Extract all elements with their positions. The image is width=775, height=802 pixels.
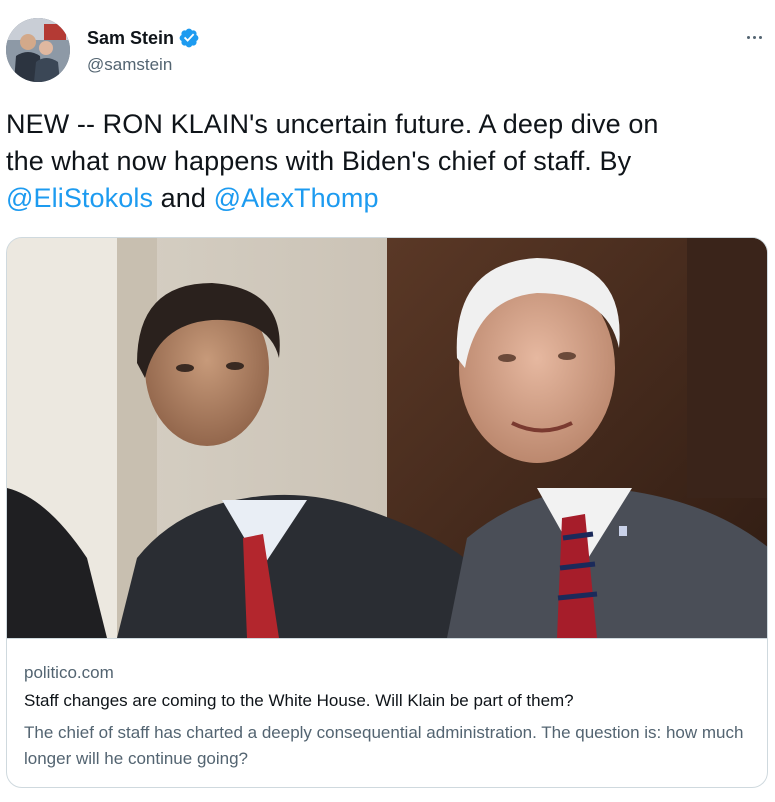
card-domain: politico.com: [24, 663, 114, 682]
tweet-text-line: the what now happens with Biden's chief …: [6, 146, 632, 176]
mention-link[interactable]: @AlexThomp: [214, 183, 379, 213]
more-horizontal-icon: [752, 35, 756, 39]
avatar[interactable]: [6, 18, 70, 82]
tweet-text-connector: and: [153, 183, 214, 213]
card-description: The chief of staff has charted a deeply …: [24, 723, 744, 768]
verified-badge-icon: [179, 28, 199, 48]
more-options-button[interactable]: [740, 26, 768, 48]
tweet-text-line: @EliStokols and @AlexThomp: [6, 180, 766, 217]
tweet-text-line: NEW -- RON KLAIN's uncertain future. A d…: [6, 109, 659, 139]
more-horizontal-icon: [758, 35, 762, 39]
author-name-row[interactable]: Sam Stein: [87, 27, 200, 49]
card-image[interactable]: [7, 238, 767, 638]
card-divider: [7, 638, 767, 639]
display-name[interactable]: Sam Stein: [87, 27, 174, 49]
profile-photo-icon: [6, 18, 70, 82]
tweet-text: NEW -- RON KLAIN's uncertain future. A d…: [6, 106, 766, 217]
link-preview-card[interactable]: politico.com Staff changes are coming to…: [6, 237, 768, 788]
mention-link[interactable]: @EliStokols: [6, 183, 153, 213]
author-handle[interactable]: @samstein: [87, 54, 172, 76]
card-title: Staff changes are coming to the White Ho…: [24, 691, 574, 710]
more-horizontal-icon: [746, 35, 750, 39]
article-photo-icon: [7, 238, 767, 638]
